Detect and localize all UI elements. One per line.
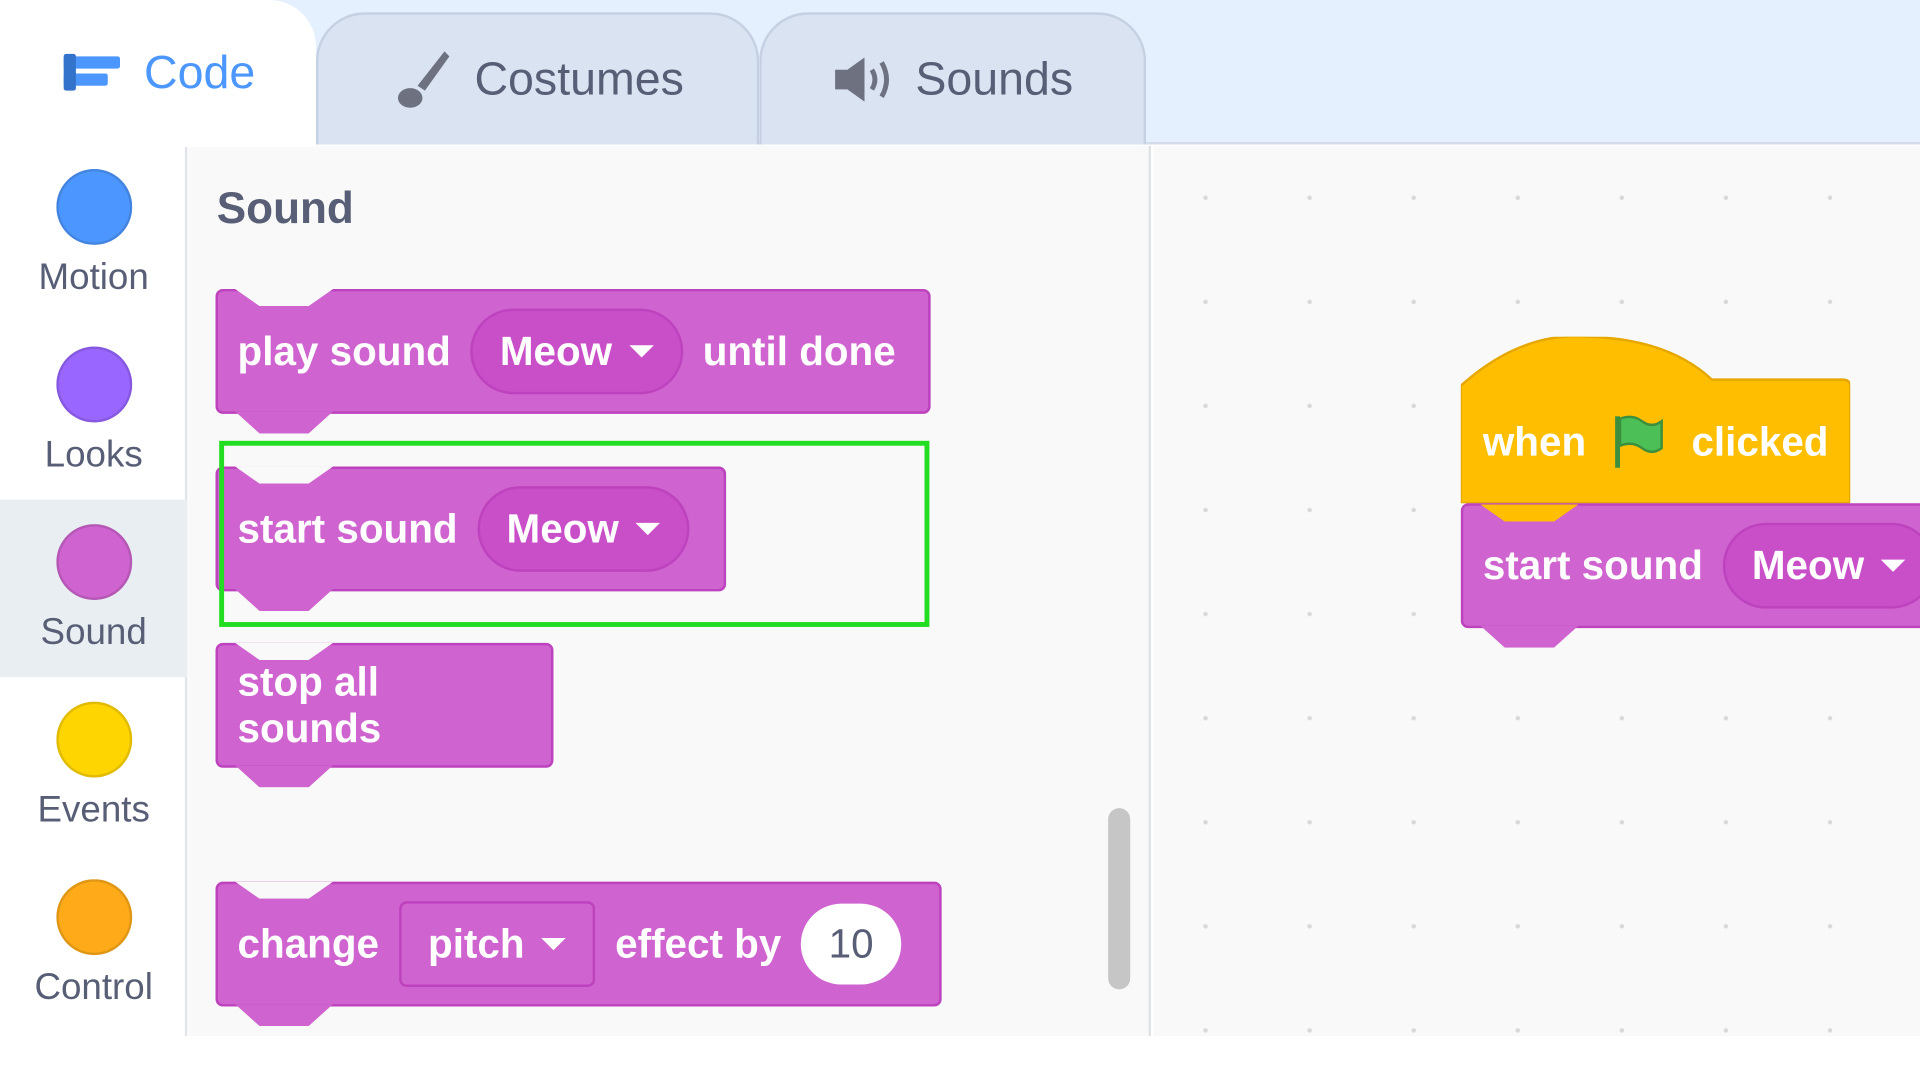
- brush-icon: [398, 51, 450, 108]
- block-text: clicked: [1691, 418, 1829, 465]
- block-text: start sound: [1482, 542, 1703, 588]
- tab-sounds[interactable]: Sounds: [759, 12, 1147, 145]
- dropdown-value: pitch: [428, 920, 525, 967]
- category-label: Looks: [44, 434, 143, 476]
- sound-dropdown[interactable]: Meow: [470, 308, 684, 395]
- block-text: play sound: [237, 328, 451, 374]
- category-looks[interactable]: Looks: [0, 322, 187, 500]
- dropdown-value: Meow: [499, 328, 613, 374]
- editor-tabs-bar: Code Costumes Sounds: [0, 0, 1920, 147]
- block-text: effect by: [615, 920, 782, 967]
- category-control[interactable]: Control: [0, 855, 187, 1033]
- category-motion[interactable]: Motion: [0, 144, 187, 322]
- category-label: Control: [34, 967, 153, 1008]
- motion-color-dot: [55, 168, 132, 245]
- block-text: change: [237, 920, 380, 967]
- tab-code-label: Code: [143, 47, 256, 99]
- when-flag-clicked-block[interactable]: when clicked: [1461, 381, 1850, 503]
- green-flag-icon: [1615, 415, 1664, 468]
- caret-down-icon: [629, 345, 654, 358]
- code-icon: [63, 53, 120, 91]
- events-color-dot: [55, 701, 132, 778]
- caret-down-icon: [541, 937, 567, 951]
- effect-dropdown[interactable]: pitch: [398, 901, 596, 987]
- palette-scrollbar[interactable]: [1108, 808, 1131, 990]
- category-sound[interactable]: Sound: [0, 499, 188, 678]
- sound-dropdown[interactable]: Meow: [1722, 522, 1920, 609]
- highlight-box: [219, 440, 930, 627]
- palette-heading: Sound: [216, 182, 354, 233]
- stop-all-sounds-block[interactable]: stop all sounds: [215, 642, 554, 768]
- caret-down-icon: [1881, 559, 1906, 572]
- category-events[interactable]: Events: [0, 677, 187, 855]
- block-text: until done: [702, 328, 896, 374]
- script-workspace[interactable]: when clicked start sound Meow: [1153, 145, 1920, 1036]
- category-label: Motion: [38, 257, 149, 298]
- category-label: Sound: [40, 612, 147, 653]
- effect-value-input[interactable]: 10: [800, 903, 902, 985]
- tab-costumes-label: Costumes: [474, 53, 684, 105]
- sound-color-dot: [55, 524, 132, 601]
- workspace-start-sound-block[interactable]: start sound Meow: [1460, 503, 1920, 629]
- speaker-icon: [834, 57, 889, 102]
- block-text: when: [1482, 418, 1587, 465]
- category-label: Events: [37, 789, 150, 831]
- control-color-dot: [55, 879, 132, 956]
- play-sound-until-done-block[interactable]: play sound Meow until done: [215, 288, 931, 414]
- tab-costumes[interactable]: Costumes: [315, 12, 760, 145]
- dropdown-value: Meow: [1751, 542, 1865, 588]
- category-menu: Motion Looks Sound Events Control: [0, 144, 188, 1036]
- block-text: stop all sounds: [237, 658, 382, 751]
- tab-code[interactable]: Code: [0, 0, 316, 147]
- looks-color-dot: [55, 346, 132, 423]
- tab-sounds-label: Sounds: [915, 53, 1074, 105]
- change-effect-block[interactable]: change pitch effect by 10: [215, 881, 942, 1007]
